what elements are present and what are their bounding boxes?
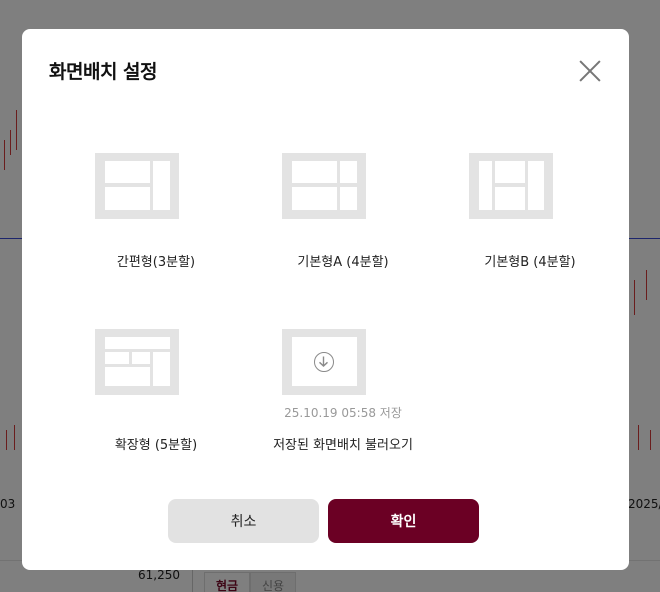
close-icon[interactable] bbox=[578, 59, 602, 83]
layout-option-label: 간편형(3분할) bbox=[116, 255, 196, 270]
layout-5-split-icon bbox=[95, 329, 179, 395]
layout-option-label: 저장된 화면배치 불러오기 bbox=[273, 438, 413, 453]
layout-3-split-icon bbox=[95, 153, 179, 219]
layout-4-split-b-icon bbox=[469, 153, 553, 219]
confirm-button[interactable]: 확인 bbox=[328, 499, 479, 543]
saved-layout-thumbnail bbox=[282, 329, 366, 395]
layout-option-5-split[interactable]: 확장형 (5분할) bbox=[66, 329, 246, 454]
download-icon bbox=[314, 352, 334, 372]
layout-option-4-split-a[interactable]: 기본형A (4분할) bbox=[253, 153, 433, 273]
load-saved-layout-option[interactable]: 25.10.19 05:58 저장 저장된 화면배치 불러오기 bbox=[253, 329, 433, 454]
layout-4-split-a-icon bbox=[282, 153, 366, 219]
layout-settings-dialog: 화면배치 설정 간편형(3분할) 기본형A (4분할) 기본형B (4분할) 확… bbox=[22, 29, 629, 570]
layout-option-label: 기본형B (4분할) bbox=[484, 255, 576, 270]
layout-option-4-split-b[interactable]: 기본형B (4분할) bbox=[440, 153, 620, 273]
layout-option-label: 기본형A (4분할) bbox=[297, 255, 389, 270]
layout-option-3-split[interactable]: 간편형(3분할) bbox=[66, 153, 246, 273]
layout-option-label: 확장형 (5분할) bbox=[114, 438, 198, 453]
cancel-button[interactable]: 취소 bbox=[168, 499, 319, 543]
dialog-title: 화면배치 설정 bbox=[49, 61, 158, 83]
saved-timestamp: 25.10.19 05:58 저장 bbox=[284, 406, 402, 420]
